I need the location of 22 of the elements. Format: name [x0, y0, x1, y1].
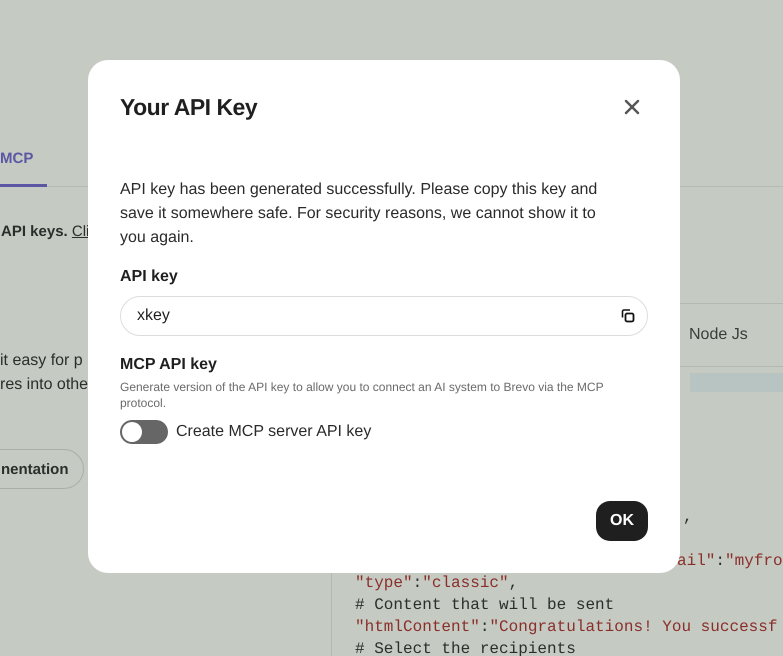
section-label: MCP API key: [120, 355, 218, 375]
language-tab[interactable]: Node Js: [689, 326, 748, 344]
api-key-field[interactable]: xkey: [120, 296, 648, 336]
code-line: # Select the recipients: [355, 639, 576, 656]
documentation-button[interactable]: nentation: [0, 449, 84, 489]
copy-icon[interactable]: [620, 308, 636, 324]
code-line: "htmlContent":"Congratulations! You successf: [355, 617, 778, 638]
paragraph-line: res into othe: [0, 375, 88, 395]
close-icon[interactable]: [624, 99, 640, 115]
code-line: ail":"myfro: [677, 551, 783, 572]
dialog-message: API key has been generated successfully. Please copy this key and save it somewhere safe. For security reasons, we cannot show it to you again.: [120, 180, 598, 248]
tab[interactable]: MCP: [0, 150, 48, 187]
section-description: Generate version of the API key to allow you to connect an AI system to Brevo via the MCP protocol.: [120, 379, 604, 411]
field-label: API key: [120, 267, 179, 287]
paragraph-line: it easy for p: [0, 351, 83, 371]
toggle-switch[interactable]: [120, 420, 168, 444]
dialog-title: Your API Key: [120, 94, 258, 120]
code-line: # Content that will be sent: [355, 595, 614, 616]
ok-button[interactable]: OK: [596, 501, 648, 541]
code-line: ,: [683, 507, 693, 528]
code-line: "type":"classic",: [355, 573, 518, 594]
toggle-label: Create MCP server API key: [176, 423, 372, 441]
